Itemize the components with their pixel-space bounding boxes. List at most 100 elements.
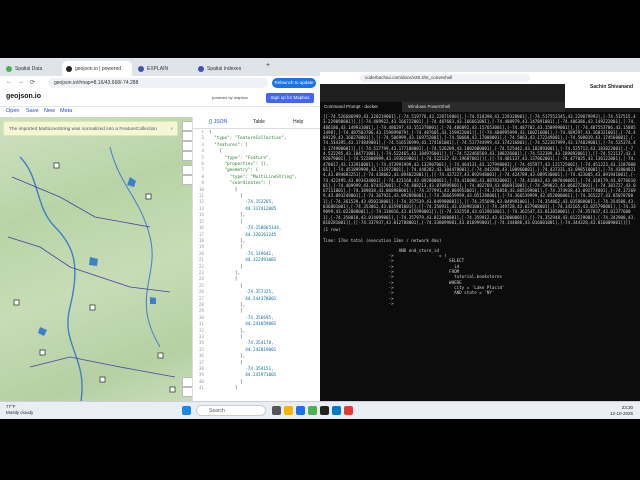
vertex-marker[interactable] <box>39 349 46 356</box>
vertex-marker[interactable] <box>13 299 20 306</box>
vertex-marker[interactable] <box>99 376 106 383</box>
browser-tab-strip: Spatial Data geojson.io | powered EXPLAI… <box>0 58 320 76</box>
geojson-favicon-icon <box>66 65 72 72</box>
tab-json[interactable]: {} JSON <box>209 119 227 125</box>
address-bar-row: ← → ⟳ geojson.io/#map=8.16/43.668/-74.28… <box>0 76 320 91</box>
code-text: "type": "FeatureCollection", <box>209 136 287 142</box>
tab-spatial-data[interactable]: Spatial Data <box>2 61 60 76</box>
code-text: ], <box>209 213 246 219</box>
code-text: 44.241859001 <box>209 322 277 328</box>
chrome-icon[interactable] <box>308 406 317 415</box>
lake-shape <box>127 177 136 187</box>
vertex-marker[interactable] <box>89 304 96 311</box>
json-code-editor[interactable]: 1{2 "type": "FeatureCollection", 3 "featu… <box>193 130 321 416</box>
back-arrow-icon[interactable]: ← <box>6 79 12 85</box>
edge-icon[interactable] <box>296 406 305 415</box>
draw-polygon-icon[interactable] <box>182 131 192 141</box>
code-text: -74.354151, <box>209 367 274 373</box>
right-url-field[interactable]: coderbachao.com/docs/v25.3/st_convexhull <box>360 74 530 82</box>
tab-geojson[interactable]: geojson.io | powered <box>62 61 132 76</box>
code-text: "coordinates": [ <box>209 181 272 187</box>
tab-spatial-indexes[interactable]: Spatial Indexes <box>194 61 260 76</box>
map-view[interactable]: The imported MultiLineString was normali… <box>0 117 192 418</box>
signup-mapbox-button[interactable]: Sign up for Mapbox <box>266 93 314 103</box>
tab-label: Spatial Data <box>15 65 43 72</box>
tab-powershell[interactable]: Windows PowerShell <box>404 102 484 112</box>
url-field[interactable]: geojson.io/#map=8.16/43.668/-74.288 <box>48 78 268 88</box>
edit-icon[interactable] <box>182 165 192 175</box>
relaunch-button[interactable]: Relaunch to update <box>272 78 316 88</box>
code-text: 44.242019001 <box>209 347 277 353</box>
code-text: "type": "MultiLineString", <box>209 174 297 180</box>
tab-table[interactable]: Table <box>253 119 265 125</box>
map-canvas <box>7 146 176 408</box>
menu-open[interactable]: Open <box>6 108 19 114</box>
forward-arrow-icon[interactable]: → <box>18 79 24 85</box>
code-text: 44.241971001 <box>209 373 277 379</box>
file-menu-bar: Open Save New Meta <box>0 106 200 117</box>
river-shape <box>19 156 83 408</box>
code-text: ], <box>209 238 246 244</box>
spatial-indexes-favicon-icon <box>198 65 204 72</box>
code-text: 44.320161245 <box>209 232 277 238</box>
menu-save[interactable]: Save <box>26 108 39 114</box>
code-text: ] <box>209 264 243 270</box>
code-text: [ <box>209 283 243 289</box>
app-icon[interactable] <box>344 406 353 415</box>
vertex-marker[interactable] <box>53 162 60 169</box>
tab-explain[interactable]: EXPLAIN <box>134 61 192 76</box>
code-text: ], <box>209 270 241 276</box>
draw-point-icon[interactable] <box>182 151 192 161</box>
close-icon[interactable]: × <box>170 122 173 137</box>
right-window: coderbachao.com/docs/v25.3/st_convexhull… <box>320 58 640 418</box>
code-text: "features": [ <box>209 142 248 148</box>
clock-date: 12-10-2025 <box>610 411 634 416</box>
zoom-out-icon[interactable] <box>182 387 192 397</box>
code-text: -74.152265, <box>209 200 274 206</box>
new-tab-plus-icon[interactable]: + <box>266 62 270 69</box>
reload-icon[interactable]: ⟳ <box>30 79 35 86</box>
file-explorer-icon[interactable] <box>284 406 293 415</box>
vertex-marker[interactable] <box>145 193 152 200</box>
windows-start-icon[interactable] <box>182 406 191 415</box>
vertex-marker[interactable] <box>169 386 176 393</box>
tab-help[interactable]: Help <box>293 119 303 125</box>
code-text: -74.158665144, <box>209 226 282 232</box>
powered-by-mapbox: powered by mapbox <box>212 95 249 100</box>
lake-shape <box>150 297 156 304</box>
terminal-output[interactable]: [[-74.526686999,43.228219001],[-74.51977… <box>320 112 640 418</box>
code-text: ], <box>209 302 246 308</box>
system-clock: 23:30 12-10-2025 <box>610 405 633 417</box>
tab-command-prompt[interactable]: Command Prompt - docker <box>320 102 402 112</box>
sql-query-lines: AND end_store_id -> = ( -> SELECT -> id <box>388 247 505 306</box>
draw-line-icon[interactable] <box>182 121 192 131</box>
tab-label: Spatial Indexes <box>207 65 242 72</box>
task-view-icon[interactable] <box>272 406 281 415</box>
code-text: [ <box>209 309 243 315</box>
vertex-marker[interactable] <box>157 352 164 359</box>
draw-rectangle-icon[interactable] <box>182 141 192 151</box>
delete-icon[interactable] <box>182 175 192 185</box>
panel-tabs: {} JSON Table Help <box>193 117 321 129</box>
zoom-in-icon[interactable] <box>182 377 192 387</box>
menu-new[interactable]: New <box>44 108 55 114</box>
code-text: [ <box>209 245 243 251</box>
line-number: 41 <box>198 386 204 392</box>
code-text: -74.354178, <box>209 341 274 347</box>
code-text: -74.149641, <box>209 251 274 257</box>
menu-meta[interactable]: Meta <box>60 108 72 114</box>
taskbar: 77°F Mostly cloudy Search 23:30 12-10-20… <box>0 401 640 419</box>
code-text: ] <box>209 386 238 392</box>
vertex-markers <box>13 162 176 393</box>
tab-label: geojson.io | powered <box>75 65 122 72</box>
code-text: ], <box>209 328 246 334</box>
code-text: { <box>209 130 212 135</box>
vscode-icon[interactable] <box>332 406 341 415</box>
code-text: "geometry": { <box>209 168 259 174</box>
weather-widget[interactable]: 77°F Mostly cloudy <box>6 404 33 416</box>
code-text: 44.244378001 <box>209 296 277 302</box>
code-text: [ <box>209 360 243 366</box>
terminal-icon[interactable] <box>320 406 329 415</box>
taskbar-search[interactable]: Search <box>196 405 266 416</box>
lake-shape <box>38 327 47 336</box>
